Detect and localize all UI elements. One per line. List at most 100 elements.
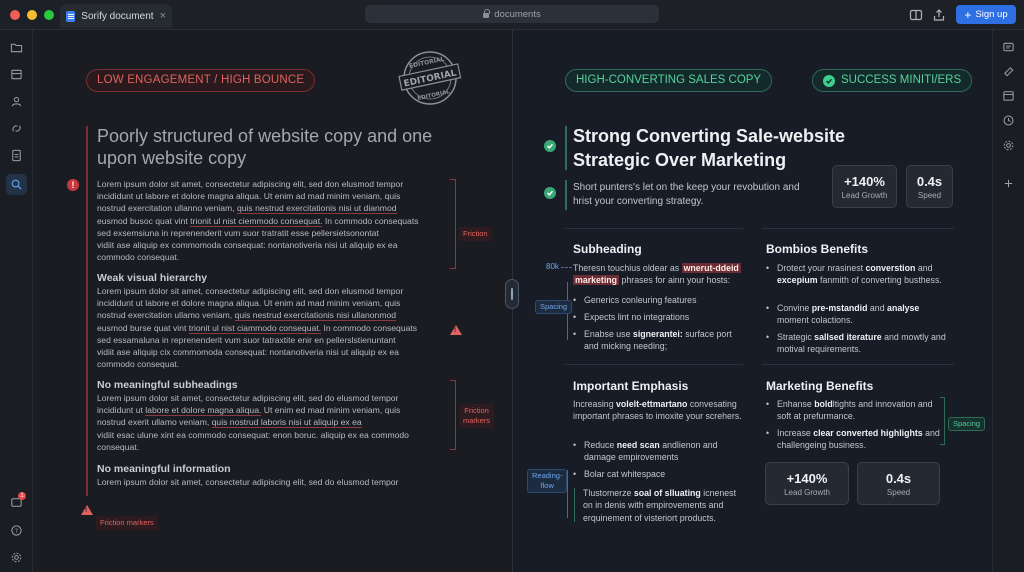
left-sidebar: 1 ? [0, 30, 33, 572]
notifications-button[interactable]: 1 [6, 492, 27, 513]
friction-markers-tag: Friction markers [459, 404, 495, 428]
add-button[interactable] [998, 173, 1019, 194]
page-icon [12, 149, 21, 162]
folder-button[interactable] [6, 37, 27, 58]
history-button[interactable] [998, 110, 1019, 131]
calendar-button[interactable] [998, 85, 1019, 106]
intro-accent-bar [565, 180, 567, 210]
poor-paragraph-3: Lorem ipsum dolor sit amet, consectetur … [97, 393, 409, 452]
important-emphasis-title: Important Emphasis [573, 379, 689, 393]
comment-icon [1003, 42, 1014, 52]
address-text: documents [494, 8, 541, 20]
help-icon: ? [11, 525, 22, 536]
poor-paragraph-4: Lorem ipsum dolor sit amet, consectetur … [97, 477, 399, 487]
title-bar: Sorify document × documents + Sign up [0, 0, 1024, 30]
window-controls [10, 10, 54, 20]
bombios-bullet-2: Convine pre-mstandid and analyse moment … [766, 302, 946, 327]
settings-button[interactable] [6, 547, 27, 568]
title-accent-bar [565, 126, 567, 170]
no-subheadings-heading: No meaningful subheadings [97, 379, 238, 391]
search-button[interactable] [6, 174, 27, 195]
divider [565, 364, 743, 365]
document-icon [66, 10, 76, 22]
plus-icon [1004, 179, 1013, 188]
emphasis-closing-text: Tlustomerze soal of slluating icnenest o… [583, 488, 737, 523]
spacing-tag-left: Spacing [535, 300, 573, 314]
stat-speed-2: 0.4s Speed [857, 462, 940, 505]
tag-button[interactable] [998, 61, 1019, 82]
gear-icon [11, 552, 22, 563]
right-settings-button[interactable] [998, 135, 1019, 156]
sidebar-toggle-icon[interactable] [909, 8, 923, 22]
success-metrics-badge: SUCCESS MINITI/ERS [812, 69, 973, 92]
subheading-bullet-1: Generics conleuring features [573, 294, 743, 307]
tag-icon [1004, 67, 1014, 77]
no-information-heading: No meaningful information [97, 463, 231, 475]
comment-button[interactable] [998, 37, 1019, 58]
link-button[interactable] [6, 118, 27, 139]
calendar-icon [1003, 91, 1014, 101]
lock-icon [483, 8, 491, 18]
intro-text: Short punters's let on the keep your rev… [573, 182, 800, 207]
friction-bracket-2 [450, 380, 456, 450]
emphasis-bullet-1: Reduce need scan andlienon and damage em… [573, 439, 743, 464]
reading-flow-guide [567, 470, 568, 518]
link-icon [12, 125, 21, 132]
size-annotation: 80k [546, 262, 559, 271]
warning-triangle-icon: ! [450, 325, 462, 335]
svg-text:EDITORIAL: EDITORIAL [417, 89, 451, 102]
split-drag-handle[interactable] [505, 279, 519, 309]
poor-paragraph-1: Lorem ipsum dolor sit amet, consectetur … [97, 179, 419, 263]
tab-close-icon[interactable]: × [160, 10, 166, 22]
weak-hierarchy-heading: Weak visual hierarchy [97, 272, 208, 284]
sign-up-button[interactable]: + Sign up [956, 5, 1016, 24]
annotation-connector [561, 267, 572, 268]
check-icon [544, 140, 556, 152]
bombios-bullet-3: Strategic sallsed iterature and mowtly a… [766, 331, 946, 356]
reading-flow-tag: Reading-flow [527, 469, 568, 493]
tab-sorify-document[interactable]: Sorify document × [60, 4, 172, 28]
help-button[interactable]: ? [6, 520, 27, 541]
minimize-window-button[interactable] [27, 10, 37, 20]
archive-icon [11, 69, 22, 80]
sign-up-label: Sign up [975, 9, 1008, 20]
poor-structure-title: Poorly structured of website copy and on… [97, 126, 433, 168]
high-converting-badge: HIGH-CONVERTING SALES COPY [565, 69, 773, 92]
closing-accent-bar [574, 488, 575, 522]
tab-title: Sorify document [81, 10, 154, 22]
share-icon[interactable] [932, 8, 946, 22]
marketing-bullet-1: Enhanse boldltights and innovation and s… [766, 398, 936, 423]
stat-lead-growth-2: +140% Lead Growth [765, 462, 849, 505]
emphasis-text: Increasing volelt-ettmartano convesating… [573, 399, 742, 422]
address-bar[interactable]: documents [365, 5, 659, 23]
svg-text:?: ? [15, 527, 18, 535]
spacing-bracket-right [940, 397, 945, 445]
subheading-bullet-2: Expects lint no integrations [573, 311, 743, 324]
warning-triangle-icon: ! [81, 505, 93, 515]
editorial-stamp: EDITORIAL EDITORIAL EDITORIAL [398, 51, 462, 105]
divider [762, 228, 954, 229]
archive-button[interactable] [6, 64, 27, 85]
notification-badge: 1 [18, 492, 26, 500]
divider [565, 228, 743, 229]
bombios-benefits-title: Bombios Benefits [766, 242, 869, 256]
plus-icon: + [964, 7, 972, 22]
friction-tag: Friction [459, 227, 492, 241]
friction-rail [86, 126, 88, 496]
clock-icon [1003, 115, 1014, 126]
search-icon [11, 179, 22, 190]
check-icon [823, 74, 835, 87]
user-button[interactable] [6, 91, 27, 112]
subheading-title: Subheading [573, 242, 642, 256]
maximize-window-button[interactable] [44, 10, 54, 20]
subheading-text: Theresn touchius oldear as wnerut-ddeid m… [573, 263, 741, 286]
alert-icon: ! [67, 179, 79, 191]
close-window-button[interactable] [10, 10, 20, 20]
stat-lead-growth: +140% Lead Growth [832, 165, 897, 208]
divider [762, 364, 954, 365]
document-button[interactable] [6, 145, 27, 166]
emphasis-bullet-2: Bolar cat whitespace [573, 468, 743, 481]
strong-converting-title: Strong Converting Sale-website Strategic… [573, 126, 846, 170]
spacing-tag-right: Spacing [948, 417, 986, 431]
subheading-bullet-3: Enabse use signerantei: surface port and… [573, 328, 743, 353]
